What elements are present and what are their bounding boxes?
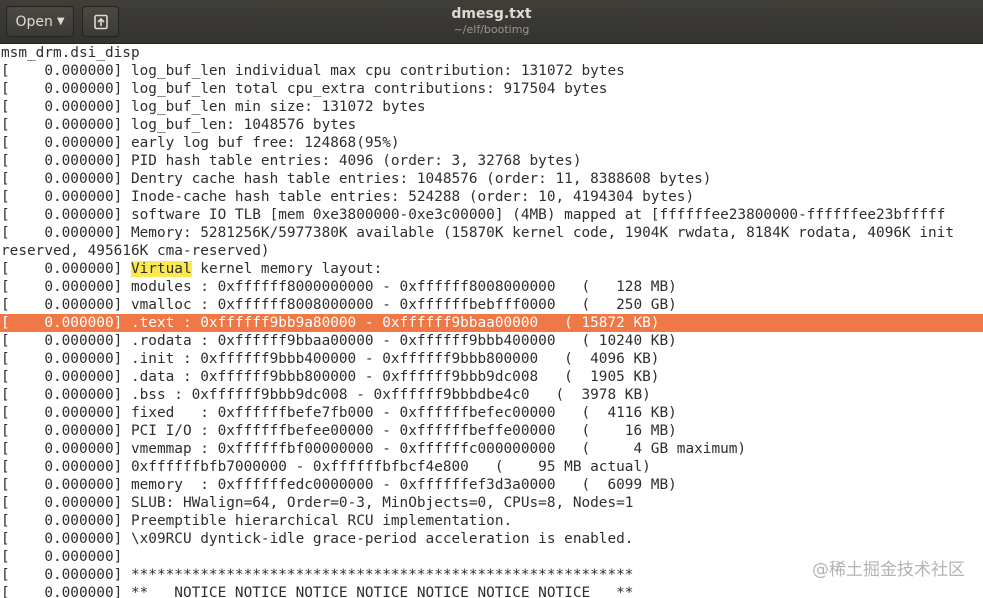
text-line[interactable]: [ 0.000000] ** NOTICE NOTICE NOTICE NOTI…: [0, 584, 983, 598]
search-match-highlight: Virtual: [130, 261, 192, 277]
text-line[interactable]: [ 0.000000] .data : 0xffffff9bbb800000 -…: [0, 368, 983, 386]
text-line[interactable]: [ 0.000000] memory : 0xffffffedc0000000 …: [0, 476, 983, 494]
text-line[interactable]: [ 0.000000] .bss : 0xffffff9bbb9dc008 - …: [0, 386, 983, 404]
text-line[interactable]: [ 0.000000] SLUB: HWalign=64, Order=0-3,…: [0, 494, 983, 512]
text-line[interactable]: [ 0.000000] early log buf free: 124868(9…: [0, 134, 983, 152]
watermark-text: @稀土掘金技术社区: [812, 560, 965, 580]
text-line[interactable]: [ 0.000000] Preemptible hierarchical RCU…: [0, 512, 983, 530]
text-line[interactable]: [ 0.000000] log_buf_len min size: 131072…: [0, 98, 983, 116]
text-line[interactable]: [ 0.000000] .init : 0xffffff9bbb400000 -…: [0, 350, 983, 368]
watermark: @稀土掘金技术社区: [812, 555, 965, 580]
text-line[interactable]: [ 0.000000] log_buf_len individual max c…: [0, 62, 983, 80]
text-line[interactable]: [ 0.000000] software IO TLB [mem 0xe3800…: [0, 206, 983, 224]
text-line[interactable]: reserved, 495616K cma-reserved): [0, 242, 983, 260]
text-line[interactable]: [ 0.000000] 0xffffffbfb7000000 - 0xfffff…: [0, 458, 983, 476]
text-line[interactable]: [ 0.000000] vmalloc : 0xffffff8008000000…: [0, 296, 983, 314]
text-line[interactable]: [ 0.000000] log_buf_len: 1048576 bytes: [0, 116, 983, 134]
text-line[interactable]: msm_drm.dsi_disp: [0, 44, 983, 62]
selected-text-line[interactable]: [ 0.000000] .text : 0xffffff9bb9a80000 -…: [0, 314, 983, 332]
window-title: dmesg.txt ~/elf/bootimg: [0, 6, 983, 36]
text-line[interactable]: [ 0.000000] modules : 0xffffff8000000000…: [0, 278, 983, 296]
text-line[interactable]: [ 0.000000] PCI I/O : 0xffffffbefee00000…: [0, 422, 983, 440]
text-line[interactable]: [ 0.000000] \x09RCU dyntick-idle grace-p…: [0, 530, 983, 548]
text-line[interactable]: [ 0.000000] Dentry cache hash table entr…: [0, 170, 983, 188]
text-line[interactable]: [ 0.000000] Memory: 5281256K/5977380K av…: [0, 224, 983, 242]
gedit-window: Open ▼ dmesg.txt ~/elf/bootimg msm_drm.d…: [0, 0, 983, 598]
text-line[interactable]: [ 0.000000] log_buf_len total cpu_extra …: [0, 80, 983, 98]
document-title: dmesg.txt: [451, 6, 532, 22]
text-editor[interactable]: msm_drm.dsi_disp[ 0.000000] log_buf_len …: [0, 44, 983, 598]
text-line[interactable]: [ 0.000000] fixed : 0xffffffbefe7fb000 -…: [0, 404, 983, 422]
header-bar: Open ▼ dmesg.txt ~/elf/bootimg: [0, 0, 983, 44]
text-line[interactable]: [ 0.000000] PID hash table entries: 4096…: [0, 152, 983, 170]
text-line[interactable]: [ 0.000000] vmemmap : 0xffffffbf00000000…: [0, 440, 983, 458]
text-line[interactable]: [ 0.000000] Virtual kernel memory layout…: [0, 260, 983, 278]
text-line[interactable]: [ 0.000000] Inode-cache hash table entri…: [0, 188, 983, 206]
text-line[interactable]: [ 0.000000] .rodata : 0xffffff9bbaa00000…: [0, 332, 983, 350]
document-path: ~/elf/bootimg: [453, 23, 530, 36]
